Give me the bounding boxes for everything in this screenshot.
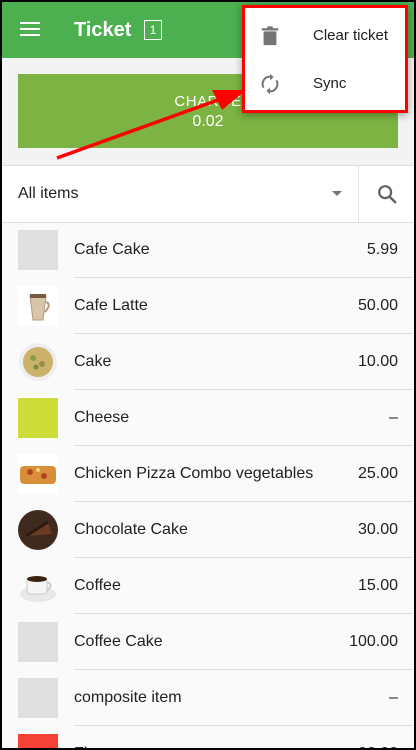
category-label: All items — [18, 185, 79, 202]
menu-item-sync[interactable]: Sync — [245, 61, 405, 109]
list-item[interactable]: Chocolate Cake 30.00 — [2, 502, 414, 558]
item-price: – — [389, 689, 398, 706]
item-thumbnail — [18, 510, 58, 550]
item-thumbnail — [18, 678, 58, 718]
list-item[interactable]: Coffee 15.00 — [2, 558, 414, 614]
search-button[interactable] — [359, 166, 414, 222]
list-item[interactable]: Cafe Cake 5.99 — [2, 222, 414, 278]
category-bar: All items — [2, 165, 414, 223]
item-price: 22.00 — [358, 745, 398, 748]
item-price: 5.99 — [366, 241, 398, 258]
item-price: – — [389, 409, 398, 426]
list-item[interactable]: Flour 22.00 — [2, 726, 414, 748]
item-price: 100.00 — [349, 633, 398, 650]
item-price: 25.00 — [357, 465, 398, 482]
item-name: composite item — [74, 689, 182, 706]
menu-icon[interactable] — [20, 21, 40, 37]
item-price: 30.00 — [357, 521, 398, 538]
item-thumbnail — [18, 230, 58, 270]
menu-item-label: Sync — [313, 75, 347, 92]
search-icon — [378, 185, 397, 204]
sync-icon — [261, 73, 279, 95]
item-thumbnail — [18, 454, 58, 494]
item-thumbnail — [18, 734, 58, 748]
item-list: Cafe Cake 5.99 Cafe Latte 50.00 Cake 10.00 Che… — [2, 222, 414, 748]
category-dropdown[interactable]: All items — [2, 166, 358, 222]
item-thumbnail — [18, 398, 58, 438]
item-name: Coffee Cake — [74, 633, 163, 650]
item-price: 15.00 — [357, 577, 398, 594]
dropdown-arrow-icon — [332, 191, 342, 196]
phone-screen: Ticket 1 CHARGE 0.02 All items Cafe Cake… — [2, 2, 414, 748]
ticket-count-badge: 1 — [144, 20, 162, 40]
item-price: 50.00 — [357, 297, 398, 314]
item-name: Chocolate Cake — [74, 521, 188, 538]
item-name: Chicken Pizza Combo vegetables — [74, 465, 314, 482]
menu-item-clear-ticket[interactable]: Clear ticket — [245, 13, 405, 61]
charge-amount: 0.02 — [192, 113, 224, 130]
item-thumbnail — [18, 566, 58, 606]
list-item[interactable]: Cheese – — [2, 390, 414, 446]
menu-item-label: Clear ticket — [313, 27, 389, 44]
item-name: Cake — [74, 353, 112, 370]
list-item[interactable]: composite item – — [2, 670, 414, 726]
list-item[interactable]: Cake 10.00 — [2, 334, 414, 390]
list-item[interactable]: Cafe Latte 50.00 — [2, 278, 414, 334]
item-name: Flour — [74, 745, 110, 748]
item-name: Cafe Latte — [74, 297, 148, 314]
page-title: Ticket — [74, 19, 132, 41]
item-thumbnail — [18, 286, 58, 326]
list-item[interactable]: Chicken Pizza Combo vegetables 25.00 — [2, 446, 414, 502]
item-name: Coffee — [74, 577, 121, 594]
item-name: Cheese — [74, 409, 130, 426]
trash-icon — [261, 26, 279, 46]
item-name: Cafe Cake — [74, 241, 150, 258]
item-thumbnail — [18, 622, 58, 662]
item-thumbnail — [18, 342, 58, 382]
overflow-menu: Clear ticket Sync — [242, 5, 408, 113]
list-item[interactable]: Coffee Cake 100.00 — [2, 614, 414, 670]
item-price: 10.00 — [357, 353, 398, 370]
